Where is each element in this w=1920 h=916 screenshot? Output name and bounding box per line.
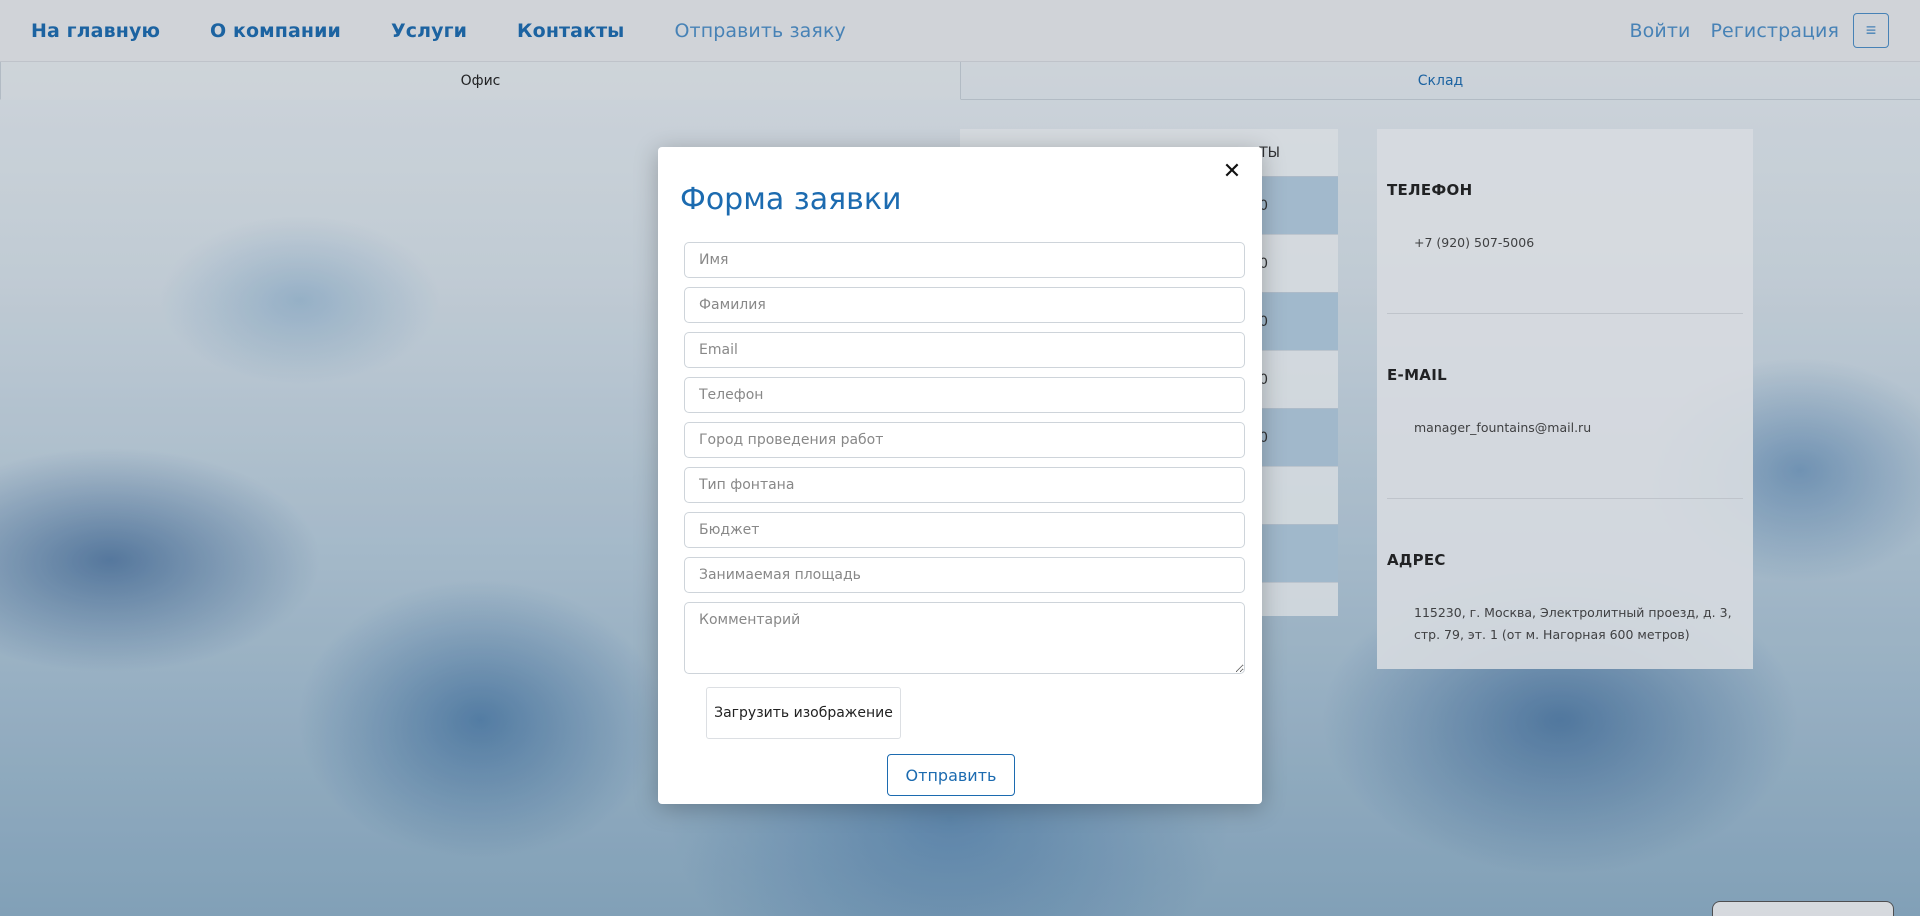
close-icon[interactable]: ✕ <box>1220 159 1244 183</box>
last-name-field[interactable] <box>684 287 1245 323</box>
first-name-field[interactable] <box>684 242 1245 278</box>
budget-field[interactable] <box>684 512 1245 548</box>
fountain-type-field[interactable] <box>684 467 1245 503</box>
phone-field[interactable] <box>684 377 1245 413</box>
upload-image-button[interactable]: Загрузить изображение <box>706 687 901 739</box>
request-form-modal: ✕ Форма заявки Загрузить изображение Отп… <box>658 147 1262 804</box>
area-field[interactable] <box>684 557 1245 593</box>
request-form <box>684 242 1245 683</box>
comment-field[interactable] <box>684 602 1245 674</box>
city-field[interactable] <box>684 422 1245 458</box>
submit-button[interactable]: Отправить <box>887 754 1015 796</box>
email-field[interactable] <box>684 332 1245 368</box>
modal-title: Форма заявки <box>680 182 902 217</box>
